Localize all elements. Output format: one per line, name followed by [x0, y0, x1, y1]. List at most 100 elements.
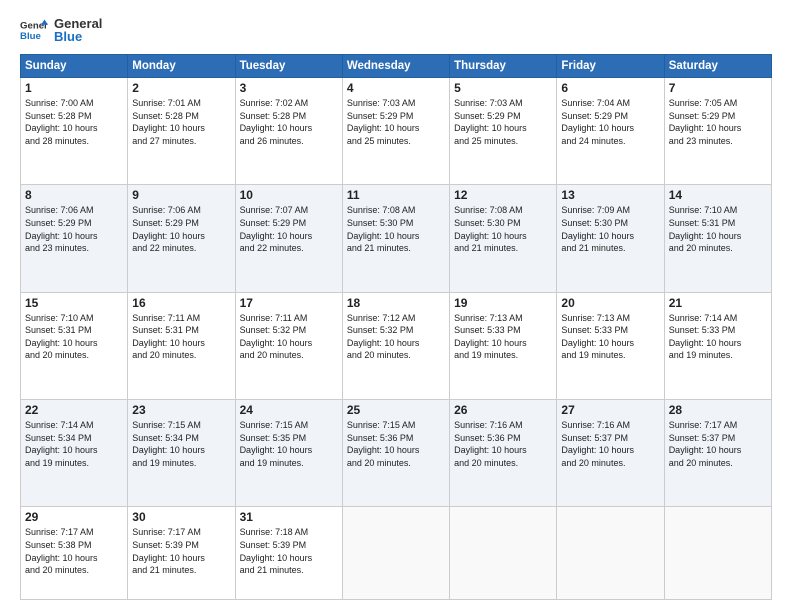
cell-day-number: 24	[240, 403, 338, 417]
calendar-cell: 24Sunrise: 7:15 AM Sunset: 5:35 PM Dayli…	[235, 399, 342, 506]
calendar-cell: 28 Sunrise: 7:17 AM Sunset: 5:37 PM Dayli…	[664, 399, 771, 506]
calendar-week-1: 1Sunrise: 7:00 AM Sunset: 5:28 PM Daylig…	[21, 78, 772, 185]
cell-day-info: Sunrise: 7:06 AM Sunset: 5:29 PM Dayligh…	[25, 204, 123, 254]
cell-day-info: Sunrise: 7:07 AM Sunset: 5:29 PM Dayligh…	[240, 204, 338, 254]
cell-day-info: Sunrise: 7:14 AM Sunset: 5:34 PM Dayligh…	[25, 419, 123, 469]
calendar-week-5: 29 Sunrise: 7:17 AM Sunset: 5:38 PM Dayli…	[21, 507, 772, 600]
header: General Blue General Blue	[20, 16, 772, 44]
calendar-cell: 31 Sunrise: 7:18 AM Sunset: 5:39 PM Dayli…	[235, 507, 342, 600]
cell-day-info: Sunrise: 7:13 AM Sunset: 5:33 PM Dayligh…	[454, 312, 552, 362]
header-day-friday: Friday	[557, 55, 664, 78]
calendar-cell: 19 Sunrise: 7:13 AM Sunset: 5:33 PM Dayli…	[450, 292, 557, 399]
cell-day-number: 17	[240, 296, 338, 310]
calendar-cell: 26 Sunrise: 7:16 AM Sunset: 5:36 PM Dayli…	[450, 399, 557, 506]
calendar-cell: 7Sunrise: 7:05 AM Sunset: 5:29 PM Daylig…	[664, 78, 771, 185]
logo-icon: General Blue	[20, 16, 48, 44]
cell-day-number: 9	[132, 188, 230, 202]
calendar-cell	[557, 507, 664, 600]
page: General Blue General Blue SundayMondayTu…	[0, 0, 792, 612]
cell-day-number: 4	[347, 81, 445, 95]
cell-day-info: Sunrise: 7:03 AM Sunset: 5:29 PM Dayligh…	[454, 97, 552, 147]
cell-day-number: 18	[347, 296, 445, 310]
cell-day-number: 3	[240, 81, 338, 95]
calendar-cell: 17 Sunrise: 7:11 AM Sunset: 5:32 PM Dayli…	[235, 292, 342, 399]
cell-day-info: Sunrise: 7:14 AM Sunset: 5:33 PM Dayligh…	[669, 312, 767, 362]
cell-day-info: Sunrise: 7:16 AM Sunset: 5:36 PM Dayligh…	[454, 419, 552, 469]
cell-day-info: Sunrise: 7:11 AM Sunset: 5:32 PM Dayligh…	[240, 312, 338, 362]
header-day-tuesday: Tuesday	[235, 55, 342, 78]
logo-blue-text: Blue	[54, 29, 102, 44]
calendar-cell: 3 Sunrise: 7:02 AM Sunset: 5:28 PM Daylig…	[235, 78, 342, 185]
header-day-saturday: Saturday	[664, 55, 771, 78]
cell-day-number: 12	[454, 188, 552, 202]
calendar-cell: 25 Sunrise: 7:15 AM Sunset: 5:36 PM Dayli…	[342, 399, 449, 506]
cell-day-number: 25	[347, 403, 445, 417]
calendar-cell: 12 Sunrise: 7:08 AM Sunset: 5:30 PM Dayli…	[450, 185, 557, 292]
calendar-cell: 14 Sunrise: 7:10 AM Sunset: 5:31 PM Dayli…	[664, 185, 771, 292]
cell-day-number: 26	[454, 403, 552, 417]
calendar-cell	[342, 507, 449, 600]
cell-day-info: Sunrise: 7:04 AM Sunset: 5:29 PM Dayligh…	[561, 97, 659, 147]
cell-day-number: 22	[25, 403, 123, 417]
cell-day-number: 31	[240, 510, 338, 524]
cell-day-number: 23	[132, 403, 230, 417]
calendar-cell: 30Sunrise: 7:17 AM Sunset: 5:39 PM Dayli…	[128, 507, 235, 600]
cell-day-info: Sunrise: 7:01 AM Sunset: 5:28 PM Dayligh…	[132, 97, 230, 147]
cell-day-info: Sunrise: 7:02 AM Sunset: 5:28 PM Dayligh…	[240, 97, 338, 147]
cell-day-info: Sunrise: 7:11 AM Sunset: 5:31 PM Dayligh…	[132, 312, 230, 362]
cell-day-info: Sunrise: 7:15 AM Sunset: 5:36 PM Dayligh…	[347, 419, 445, 469]
cell-day-info: Sunrise: 7:15 AM Sunset: 5:34 PM Dayligh…	[132, 419, 230, 469]
cell-day-info: Sunrise: 7:09 AM Sunset: 5:30 PM Dayligh…	[561, 204, 659, 254]
calendar-cell: 13Sunrise: 7:09 AM Sunset: 5:30 PM Dayli…	[557, 185, 664, 292]
calendar-cell: 18Sunrise: 7:12 AM Sunset: 5:32 PM Dayli…	[342, 292, 449, 399]
header-day-monday: Monday	[128, 55, 235, 78]
calendar-table: SundayMondayTuesdayWednesdayThursdayFrid…	[20, 54, 772, 600]
cell-day-number: 11	[347, 188, 445, 202]
cell-day-number: 5	[454, 81, 552, 95]
cell-day-number: 27	[561, 403, 659, 417]
calendar-header-row: SundayMondayTuesdayWednesdayThursdayFrid…	[21, 55, 772, 78]
calendar-cell: 5 Sunrise: 7:03 AM Sunset: 5:29 PM Daylig…	[450, 78, 557, 185]
cell-day-info: Sunrise: 7:18 AM Sunset: 5:39 PM Dayligh…	[240, 526, 338, 576]
cell-day-info: Sunrise: 7:08 AM Sunset: 5:30 PM Dayligh…	[347, 204, 445, 254]
cell-day-info: Sunrise: 7:17 AM Sunset: 5:37 PM Dayligh…	[669, 419, 767, 469]
calendar-cell: 1Sunrise: 7:00 AM Sunset: 5:28 PM Daylig…	[21, 78, 128, 185]
cell-day-number: 2	[132, 81, 230, 95]
calendar-cell: 22 Sunrise: 7:14 AM Sunset: 5:34 PM Dayli…	[21, 399, 128, 506]
cell-day-number: 1	[25, 81, 123, 95]
calendar-week-2: 8 Sunrise: 7:06 AM Sunset: 5:29 PM Daylig…	[21, 185, 772, 292]
cell-day-info: Sunrise: 7:17 AM Sunset: 5:38 PM Dayligh…	[25, 526, 123, 576]
calendar-cell: 16 Sunrise: 7:11 AM Sunset: 5:31 PM Dayli…	[128, 292, 235, 399]
cell-day-info: Sunrise: 7:16 AM Sunset: 5:37 PM Dayligh…	[561, 419, 659, 469]
header-day-wednesday: Wednesday	[342, 55, 449, 78]
cell-day-number: 14	[669, 188, 767, 202]
calendar-cell: 23 Sunrise: 7:15 AM Sunset: 5:34 PM Dayli…	[128, 399, 235, 506]
cell-day-info: Sunrise: 7:10 AM Sunset: 5:31 PM Dayligh…	[669, 204, 767, 254]
cell-day-info: Sunrise: 7:13 AM Sunset: 5:33 PM Dayligh…	[561, 312, 659, 362]
calendar-cell	[664, 507, 771, 600]
cell-day-number: 7	[669, 81, 767, 95]
cell-day-info: Sunrise: 7:06 AM Sunset: 5:29 PM Dayligh…	[132, 204, 230, 254]
calendar-week-3: 15 Sunrise: 7:10 AM Sunset: 5:31 PM Dayli…	[21, 292, 772, 399]
cell-day-number: 28	[669, 403, 767, 417]
calendar-cell: 2 Sunrise: 7:01 AM Sunset: 5:28 PM Daylig…	[128, 78, 235, 185]
cell-day-number: 8	[25, 188, 123, 202]
cell-day-info: Sunrise: 7:03 AM Sunset: 5:29 PM Dayligh…	[347, 97, 445, 147]
calendar-cell	[450, 507, 557, 600]
calendar-cell: 27 Sunrise: 7:16 AM Sunset: 5:37 PM Dayli…	[557, 399, 664, 506]
calendar-cell: 29 Sunrise: 7:17 AM Sunset: 5:38 PM Dayli…	[21, 507, 128, 600]
cell-day-number: 6	[561, 81, 659, 95]
calendar-cell: 8 Sunrise: 7:06 AM Sunset: 5:29 PM Daylig…	[21, 185, 128, 292]
cell-day-number: 29	[25, 510, 123, 524]
cell-day-info: Sunrise: 7:10 AM Sunset: 5:31 PM Dayligh…	[25, 312, 123, 362]
cell-day-info: Sunrise: 7:08 AM Sunset: 5:30 PM Dayligh…	[454, 204, 552, 254]
cell-day-number: 15	[25, 296, 123, 310]
cell-day-number: 19	[454, 296, 552, 310]
cell-day-number: 16	[132, 296, 230, 310]
cell-day-number: 20	[561, 296, 659, 310]
header-day-thursday: Thursday	[450, 55, 557, 78]
calendar-cell: 9 Sunrise: 7:06 AM Sunset: 5:29 PM Daylig…	[128, 185, 235, 292]
cell-day-number: 21	[669, 296, 767, 310]
calendar-cell: 20 Sunrise: 7:13 AM Sunset: 5:33 PM Dayli…	[557, 292, 664, 399]
calendar-cell: 11 Sunrise: 7:08 AM Sunset: 5:30 PM Dayli…	[342, 185, 449, 292]
